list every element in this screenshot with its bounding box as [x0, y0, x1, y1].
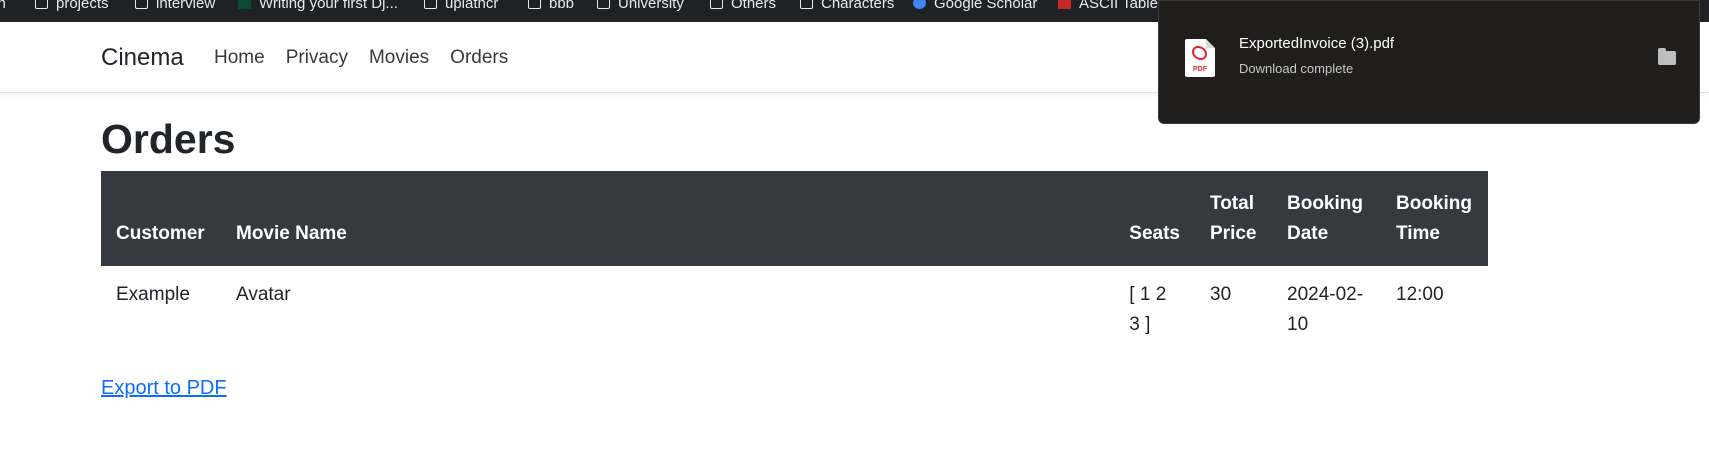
nav-links: Home Privacy Movies Orders — [214, 47, 529, 69]
orders-table: Customer Movie Name Seats Total Price Bo… — [101, 171, 1488, 354]
download-status: Download complete — [1239, 61, 1354, 76]
nav-link-home[interactable]: Home — [214, 47, 265, 69]
pdf-icon[interactable]: PDF — [1185, 39, 1215, 77]
bookmark-label: Characters — [821, 0, 895, 12]
bookmark-label: ASCII Table — [1079, 0, 1158, 12]
show-in-folder-icon[interactable] — [1658, 48, 1676, 65]
nav-link-orders[interactable]: Orders — [450, 47, 508, 69]
header-movie-name: Movie Name — [221, 171, 1115, 266]
header-booking-date: Booking Date — [1272, 171, 1381, 266]
bookmark-item[interactable]: Characters — [800, 0, 894, 12]
cell-movie-name: Avatar — [236, 284, 291, 305]
header-total-price: Total Price — [1195, 171, 1272, 266]
table-header: Customer Movie Name Seats Total Price Bo… — [101, 171, 1488, 266]
export-to-pdf-link[interactable]: Export to PDF — [101, 377, 227, 400]
table-row: Example Avatar [ 1 2 3 ] 30 2024-02-10 1… — [101, 266, 1488, 354]
bookmark-item[interactable]: ith — [0, 0, 6, 12]
bookmark-item[interactable]: University — [597, 0, 684, 12]
bookmark-label: interview — [156, 0, 216, 12]
folder-icon — [597, 0, 610, 9]
cell-total-price: 30 — [1210, 284, 1232, 305]
bookmark-label: projects — [56, 0, 109, 12]
bookmark-label: Writing your first Dj... — [259, 0, 398, 12]
bookmark-label: ith — [0, 0, 6, 12]
cell-customer: Example — [116, 284, 190, 305]
cell-booking-time: 12:00 — [1396, 284, 1444, 305]
table-header-row: Customer Movie Name Seats Total Price Bo… — [101, 171, 1488, 266]
bookmark-label: bbb — [549, 0, 575, 12]
header-customer: Customer — [101, 171, 221, 266]
folder-icon — [528, 0, 541, 9]
cell-booking-date: 2024-02-10 — [1287, 284, 1364, 335]
scholar-icon — [913, 0, 926, 9]
ascii-table-icon — [1058, 0, 1071, 9]
bookmark-item[interactable]: Others — [710, 0, 776, 12]
bookmark-label: uplatncr — [445, 0, 499, 12]
download-file-name[interactable]: ExportedInvoice (3).pdf — [1239, 35, 1394, 52]
folder-icon — [424, 0, 437, 9]
brand-link[interactable]: Cinema — [101, 44, 184, 72]
bookmark-label: University — [618, 0, 684, 12]
page-title: Orders — [101, 116, 236, 162]
bookmark-item[interactable]: bbb — [528, 0, 574, 12]
folder-icon — [710, 0, 723, 9]
bookmark-item[interactable]: projects — [35, 0, 109, 12]
download-popup: PDF ExportedInvoice (3).pdf Download com… — [1158, 0, 1700, 124]
bookmark-label: Google Scholar — [934, 0, 1038, 12]
folder-icon — [35, 0, 48, 9]
bookmark-item[interactable]: interview — [135, 0, 215, 12]
table-body: Example Avatar [ 1 2 3 ] 30 2024-02-10 1… — [101, 266, 1488, 354]
bookmark-item[interactable]: Google Scholar — [913, 0, 1037, 12]
cell-seats: [ 1 2 3 ] — [1129, 284, 1167, 335]
bookmark-item[interactable]: Writing your first Dj... — [238, 0, 398, 12]
nav-link-privacy[interactable]: Privacy — [286, 47, 348, 69]
bookmark-item[interactable]: ASCII Table — [1058, 0, 1158, 12]
header-booking-time: Booking Time — [1381, 171, 1488, 266]
django-icon — [238, 0, 251, 9]
folder-icon — [800, 0, 813, 9]
nav-link-movies[interactable]: Movies — [369, 47, 429, 69]
folder-icon — [135, 0, 148, 9]
bookmark-label: Others — [731, 0, 777, 12]
bookmark-item[interactable]: uplatncr — [424, 0, 498, 12]
header-seats: Seats — [1114, 171, 1195, 266]
